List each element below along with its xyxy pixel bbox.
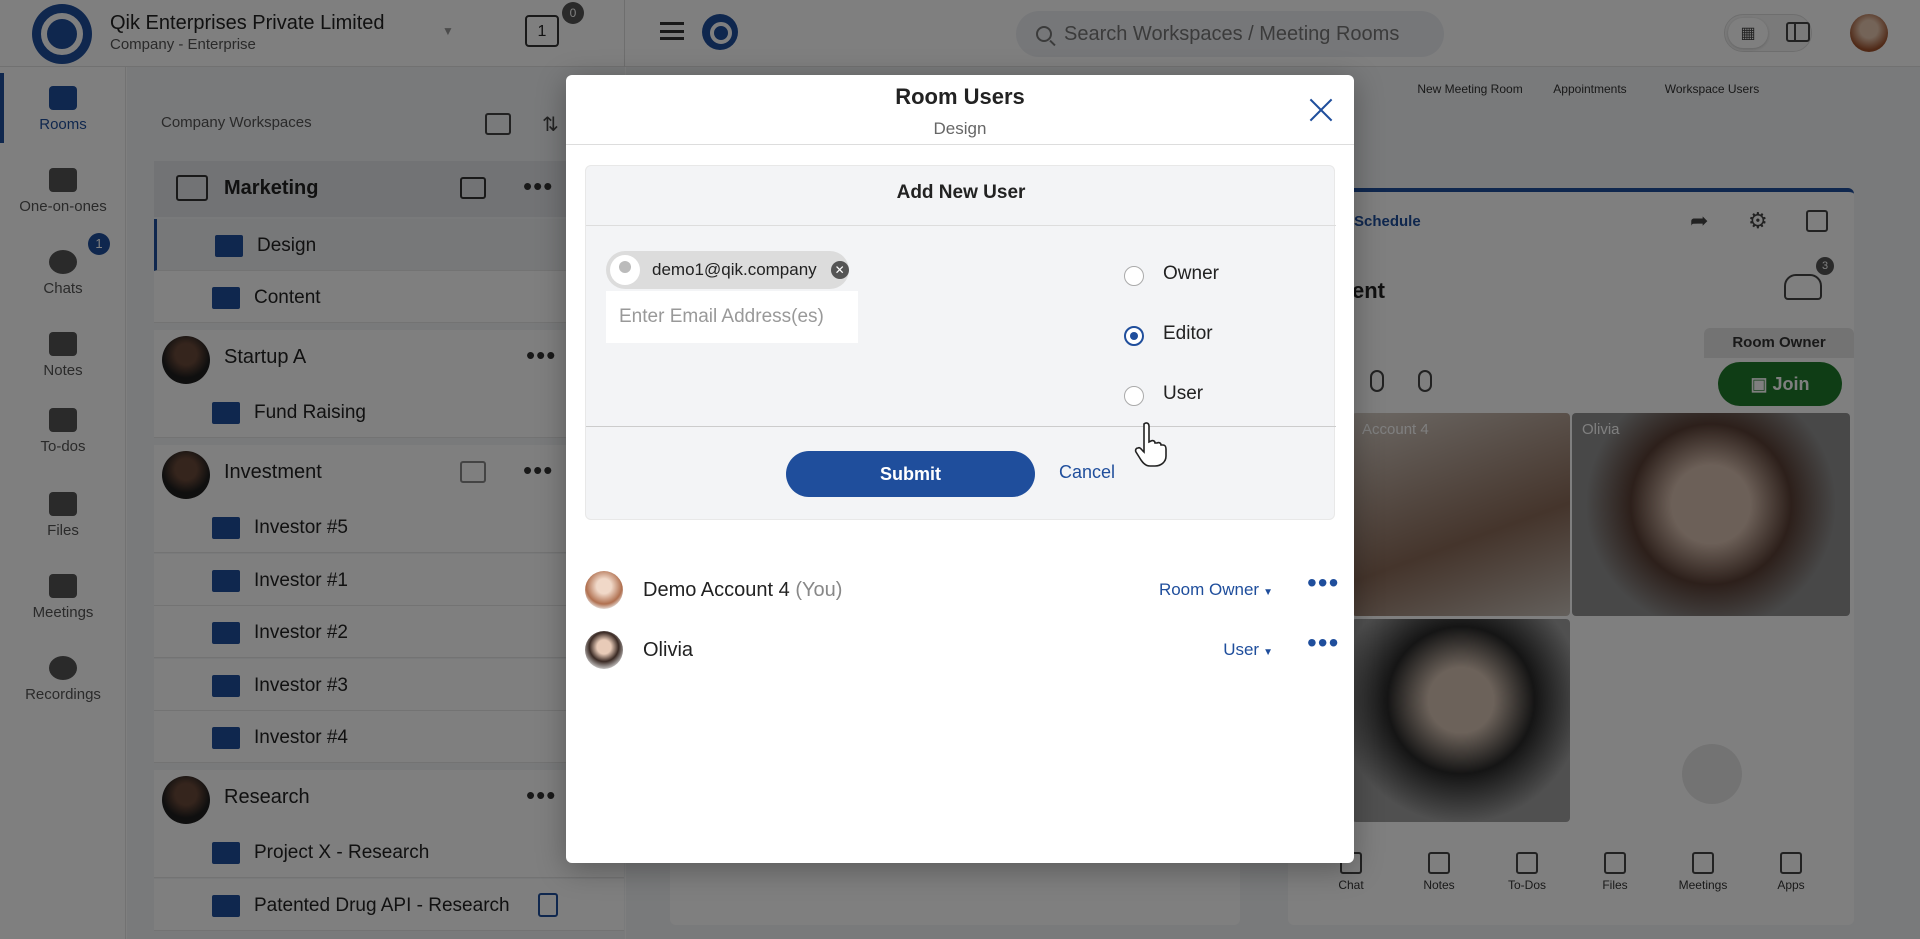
user-name: Demo Account 4 (You): [643, 579, 842, 602]
email-input[interactable]: [606, 291, 858, 343]
remove-chip-icon[interactable]: ✕: [830, 261, 849, 279]
more-options-icon[interactable]: •••: [1307, 629, 1339, 657]
email-chip[interactable]: demo1@qik.company ✕: [606, 251, 849, 289]
role-editor-label[interactable]: Editor: [1163, 323, 1213, 345]
role-owner-radio[interactable]: [1124, 266, 1144, 286]
you-label: (You): [795, 579, 843, 601]
role-editor-radio[interactable]: [1124, 326, 1144, 346]
user-icon: [610, 255, 640, 285]
close-icon[interactable]: [1304, 93, 1340, 129]
room-users-dialog: Room Users Design Add New User demo1@qik…: [566, 75, 1354, 863]
cancel-button[interactable]: Cancel: [1059, 462, 1115, 483]
add-user-title: Add New User: [896, 182, 1026, 203]
divider: [586, 426, 1336, 427]
divider: [586, 225, 1336, 226]
role-user-label[interactable]: User: [1163, 383, 1203, 405]
caret-down-icon: ▼: [1263, 647, 1273, 658]
caret-down-icon: ▼: [1263, 587, 1273, 598]
role-text: User: [1223, 640, 1260, 659]
dialog-subtitle: Design: [933, 119, 987, 138]
user-name-text: Demo Account 4: [643, 579, 790, 601]
dialog-title: Room Users: [895, 84, 1025, 109]
avatar: [585, 571, 623, 609]
role-user-radio[interactable]: [1124, 386, 1144, 406]
add-user-panel: Add New User demo1@qik.company ✕ Owner E…: [585, 165, 1336, 520]
user-row: Demo Account 4 (You) Room Owner ▼ •••: [585, 565, 1338, 615]
app-window: Qik Enterprises Private Limited Company …: [0, 0, 1920, 939]
role-dropdown[interactable]: Room Owner ▼: [1123, 580, 1273, 600]
user-row: Olivia User ▼ •••: [585, 625, 1338, 675]
role-text: Room Owner: [1158, 580, 1260, 599]
more-options-icon[interactable]: •••: [1307, 569, 1339, 597]
hand-cursor-icon: [1134, 422, 1167, 467]
user-name-text: Olivia: [643, 639, 694, 661]
submit-button[interactable]: Submit: [786, 451, 1035, 497]
chip-email: demo1@qik.company: [652, 260, 817, 279]
user-name: Olivia: [643, 639, 693, 662]
divider: [566, 144, 1354, 145]
role-dropdown[interactable]: User ▼: [1123, 640, 1273, 660]
role-owner-label[interactable]: Owner: [1163, 263, 1219, 285]
avatar: [585, 631, 623, 669]
